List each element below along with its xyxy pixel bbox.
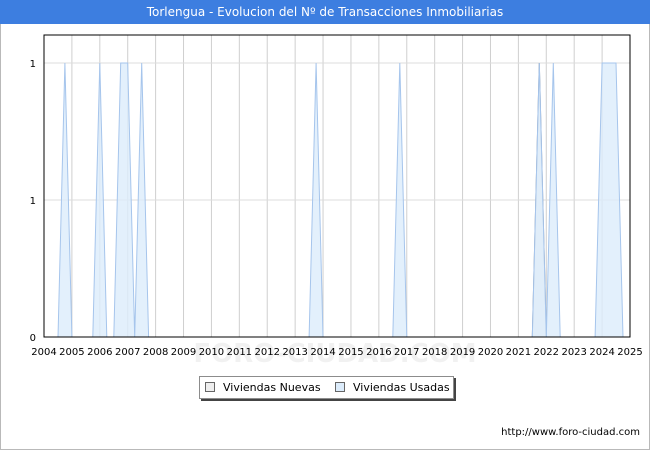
x-tick-label: 2011 (227, 347, 252, 358)
legend-swatch-nuevas (205, 382, 215, 392)
legend-item-nuevas: Viviendas Nuevas (205, 377, 321, 398)
x-tick-label: 2017 (394, 347, 419, 358)
x-tick-label: 2007 (115, 347, 140, 358)
x-tick-label: 2005 (59, 347, 84, 358)
x-tick-label: 2006 (87, 347, 112, 358)
legend-label-nuevas: Viviendas Nuevas (223, 381, 321, 394)
x-tick-label: 2013 (282, 347, 307, 358)
x-tick-label: 2008 (143, 347, 168, 358)
x-tick-label: 2004 (31, 347, 56, 358)
x-tick-label: 2014 (310, 347, 335, 358)
legend-swatch-usadas (335, 382, 345, 392)
x-tick-label: 2016 (366, 347, 391, 358)
x-tick-label: 2010 (199, 347, 224, 358)
chart-legend: Viviendas Nuevas Viviendas Usadas (199, 376, 454, 399)
x-tick-label: 2022 (534, 347, 559, 358)
x-tick-label: 2009 (171, 347, 196, 358)
x-tick-label: 2020 (478, 347, 503, 358)
x-tick-label: 2018 (422, 347, 447, 358)
y-tick-label: 1 (30, 59, 36, 70)
x-tick-label: 2024 (589, 347, 614, 358)
legend-label-usadas: Viviendas Usadas (353, 381, 450, 394)
x-tick-label: 2012 (255, 347, 280, 358)
y-tick-label: 0 (30, 333, 36, 344)
source-url: http://www.foro-ciudad.com (501, 427, 640, 438)
legend-item-usadas: Viviendas Usadas (335, 377, 450, 398)
x-tick-label: 2015 (338, 347, 363, 358)
y-tick-label: 1 (30, 196, 36, 207)
x-tick-label: 2023 (561, 347, 586, 358)
x-tick-label: 2021 (506, 347, 531, 358)
x-tick-label: 2019 (450, 347, 475, 358)
x-tick-label: 2025 (617, 347, 642, 358)
